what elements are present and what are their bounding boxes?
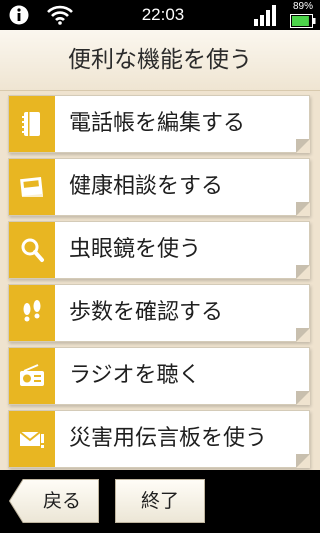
menu-item-label: ラジオを聴く: [69, 363, 201, 388]
disaster-message-icon: [19, 431, 44, 448]
menu-item-magnifier[interactable]: 虫眼鏡を使う: [8, 221, 310, 279]
back-button-label: 戻る: [42, 490, 81, 512]
wifi-icon: [47, 5, 73, 25]
status-bar: 22:03 89%: [0, 0, 320, 30]
radio-icon: [20, 364, 44, 386]
health-book-icon: [20, 177, 43, 197]
clock: 22:03: [141, 5, 185, 24]
menu-item-health[interactable]: 健康相談をする: [8, 158, 310, 216]
signal-icon: [254, 5, 276, 26]
menu-item-pedometer[interactable]: 歩数を確認する: [8, 284, 310, 342]
footprints-icon: [23, 300, 41, 322]
menu-item-label: 電話帳を編集する: [69, 111, 246, 136]
menu-item-phonebook[interactable]: 電話帳を編集する: [8, 95, 310, 153]
phonebook-icon: [22, 112, 40, 136]
magnifier-icon: [21, 238, 44, 262]
menu-item-disaster-board[interactable]: 災害用伝言板を使う: [8, 410, 310, 468]
footer-bar: 戻る 終了: [0, 470, 320, 533]
end-button[interactable]: 終了: [115, 479, 205, 523]
back-button[interactable]: 戻る: [9, 479, 99, 523]
menu-item-label: 災害用伝言板を使う: [69, 426, 268, 451]
battery-percent: 89%: [292, 1, 313, 12]
menu-item-label: 歩数を確認する: [69, 300, 224, 325]
header: 便利な機能を使う: [0, 30, 320, 91]
menu-item-label: 健康相談をする: [69, 174, 224, 199]
end-button-label: 終了: [140, 490, 179, 512]
menu-item-label: 虫眼鏡を使う: [69, 237, 202, 262]
info-icon: [9, 5, 29, 25]
page-title: 便利な機能を使う: [68, 47, 252, 73]
menu-item-radio[interactable]: ラジオを聴く: [8, 347, 310, 405]
battery-icon: [290, 14, 316, 28]
